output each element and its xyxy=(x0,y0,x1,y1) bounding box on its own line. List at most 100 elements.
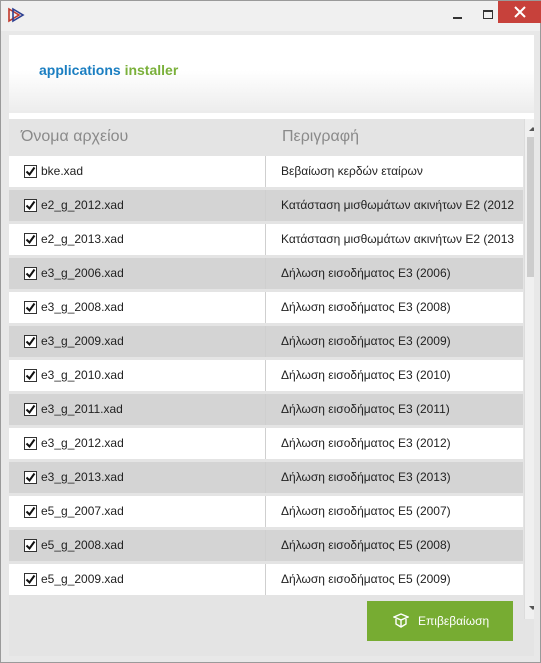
row-checkbox[interactable] xyxy=(24,199,37,212)
brand-part-applications: applications xyxy=(39,62,121,78)
table-row[interactable]: e5_g_2007.xad Δήλωση εισοδήματος Ε5 (2007… xyxy=(9,496,523,527)
filename-cell: e3_g_2011.xad xyxy=(9,394,266,425)
description-text: Δήλωση εισοδήματος Ε3 (2006) xyxy=(281,266,451,280)
table-row[interactable]: e2_g_2013.xad Κατάσταση μισθωμάτων ακινήτ… xyxy=(9,224,523,255)
table-row[interactable]: bke.xad Βεβαίωση κερδών εταίρων xyxy=(9,156,523,187)
table-row[interactable]: e2_g_2012.xad Κατάσταση μισθωμάτων ακινήτ… xyxy=(9,190,523,221)
column-header-filename[interactable]: Όνομα αρχείου xyxy=(21,128,128,146)
filename-text: e2_g_2013.xad xyxy=(41,232,124,246)
checkmark-icon xyxy=(25,200,36,211)
arrow-down-icon xyxy=(529,606,534,610)
scroll-down-button[interactable] xyxy=(525,600,534,616)
filename-cell: e3_g_2008.xad xyxy=(9,292,266,323)
description-text: Δήλωση εισοδήματος Ε3 (2012) xyxy=(281,436,451,450)
filename-cell: bke.xad xyxy=(9,156,266,187)
filename-text: e2_g_2012.xad xyxy=(41,198,124,212)
row-checkbox[interactable] xyxy=(24,165,37,178)
table-row[interactable]: e3_g_2010.xad Δήλωση εισοδήματος Ε3 (2010… xyxy=(9,360,523,391)
brand-title: applications installer xyxy=(39,62,178,78)
row-checkbox[interactable] xyxy=(24,573,37,586)
description-text: Δήλωση εισοδήματος Ε5 (2008) xyxy=(281,538,451,552)
filename-text: e5_g_2009.xad xyxy=(41,572,124,586)
arrow-up-icon xyxy=(529,127,534,131)
row-checkbox[interactable] xyxy=(24,301,37,314)
confirm-button[interactable]: Επιβεβαίωση xyxy=(367,601,513,641)
description-text: Δήλωση εισοδήματος Ε3 (2008) xyxy=(281,300,451,314)
table-row[interactable]: e5_g_2009.xad Δήλωση εισοδήματος Ε5 (2009… xyxy=(9,564,523,595)
row-checkbox[interactable] xyxy=(24,437,37,450)
close-icon xyxy=(514,6,526,18)
row-checkbox[interactable] xyxy=(24,539,37,552)
description-text: Δήλωση εισοδήματος Ε3 (2011) xyxy=(281,402,450,416)
column-header-description[interactable]: Περιγραφή xyxy=(282,128,359,146)
filename-text: e3_g_2013.xad xyxy=(41,470,124,484)
title-bar[interactable] xyxy=(1,1,541,31)
file-grid: Όνομα αρχείου Περιγραφή bke.xad Βεβαίωση … xyxy=(9,119,534,619)
row-checkbox[interactable] xyxy=(24,233,37,246)
filename-cell: e3_g_2012.xad xyxy=(9,428,266,459)
checkmark-icon xyxy=(25,166,36,177)
app-logo-icon xyxy=(8,7,26,23)
description-text: Δήλωση εισοδήματος Ε3 (2013) xyxy=(281,470,451,484)
checkmark-icon xyxy=(25,472,36,483)
minimize-button[interactable] xyxy=(444,5,470,25)
table-row[interactable]: e3_g_2013.xad Δήλωση εισοδήματος Ε3 (2013… xyxy=(9,462,523,493)
checkmark-icon xyxy=(25,574,36,585)
checkmark-icon xyxy=(25,234,36,245)
filename-text: bke.xad xyxy=(41,164,84,178)
brand-part-installer: installer xyxy=(124,62,179,78)
filename-text: e3_g_2008.xad xyxy=(41,300,124,314)
description-text: Δήλωση εισοδήματος Ε5 (2007) xyxy=(281,504,451,518)
table-row[interactable]: e3_g_2011.xad Δήλωση εισοδήματος Ε3 (2011… xyxy=(9,394,523,425)
column-headers: Όνομα αρχείου Περιγραφή xyxy=(9,119,524,155)
client-area: applications installer Όνομα αρχείου Περ… xyxy=(9,35,534,656)
checkmark-icon xyxy=(25,438,36,449)
filename-text: e3_g_2009.xad xyxy=(41,334,124,348)
filename-text: e5_g_2008.xad xyxy=(41,538,124,552)
table-row[interactable]: e3_g_2008.xad Δήλωση εισοδήματος Ε3 (2008… xyxy=(9,292,523,323)
filename-cell: e2_g_2012.xad xyxy=(9,190,266,221)
description-text: Δήλωση εισοδήματος Ε3 (2010) xyxy=(281,368,451,382)
row-checkbox[interactable] xyxy=(24,369,37,382)
scroll-up-button[interactable] xyxy=(525,121,534,137)
description-text: Δήλωση εισοδήματος Ε5 (2009) xyxy=(281,572,451,586)
checkmark-icon xyxy=(25,370,36,381)
close-button[interactable] xyxy=(498,1,541,23)
package-icon xyxy=(392,612,410,631)
filename-cell: e5_g_2008.xad xyxy=(9,530,266,561)
checkmark-icon xyxy=(25,540,36,551)
checkmark-icon xyxy=(25,404,36,415)
checkmark-icon xyxy=(25,302,36,313)
row-checkbox[interactable] xyxy=(24,267,37,280)
header-banner: applications installer xyxy=(9,35,534,113)
checkmark-icon xyxy=(25,506,36,517)
table-row[interactable]: e5_g_2008.xad Δήλωση εισοδήματος Ε5 (2008… xyxy=(9,530,523,561)
maximize-icon xyxy=(483,10,493,19)
filename-text: e3_g_2011.xad xyxy=(41,402,123,416)
checkmark-icon xyxy=(25,336,36,347)
filename-text: e3_g_2012.xad xyxy=(41,436,124,450)
filename-cell: e2_g_2013.xad xyxy=(9,224,266,255)
confirm-button-label: Επιβεβαίωση xyxy=(418,614,490,628)
vertical-scrollbar[interactable] xyxy=(524,119,534,619)
table-row[interactable]: e3_g_2006.xad Δήλωση εισοδήματος Ε3 (2006… xyxy=(9,258,523,289)
installer-window: applications installer Όνομα αρχείου Περ… xyxy=(0,0,541,663)
filename-cell: e3_g_2010.xad xyxy=(9,360,266,391)
description-text: Κατάσταση μισθωμάτων ακινήτων Ε2 (2012 xyxy=(281,198,515,212)
table-row[interactable]: e3_g_2009.xad Δήλωση εισοδήματος Ε3 (2009… xyxy=(9,326,523,357)
filename-cell: e5_g_2007.xad xyxy=(9,496,266,527)
table-row[interactable]: e3_g_2012.xad Δήλωση εισοδήματος Ε3 (2012… xyxy=(9,428,523,459)
minimize-icon xyxy=(453,17,462,19)
filename-cell: e3_g_2009.xad xyxy=(9,326,266,357)
row-checkbox[interactable] xyxy=(24,505,37,518)
filename-text: e3_g_2006.xad xyxy=(41,266,124,280)
filename-cell: e3_g_2013.xad xyxy=(9,462,266,493)
filename-cell: e3_g_2006.xad xyxy=(9,258,266,289)
row-checkbox[interactable] xyxy=(24,471,37,484)
filename-cell: e5_g_2009.xad xyxy=(9,564,266,595)
filename-text: e5_g_2007.xad xyxy=(41,504,124,518)
row-checkbox[interactable] xyxy=(24,335,37,348)
description-text: Κατάσταση μισθωμάτων ακινήτων Ε2 (2013 xyxy=(281,232,515,246)
scroll-thumb[interactable] xyxy=(527,137,534,277)
row-checkbox[interactable] xyxy=(24,403,37,416)
